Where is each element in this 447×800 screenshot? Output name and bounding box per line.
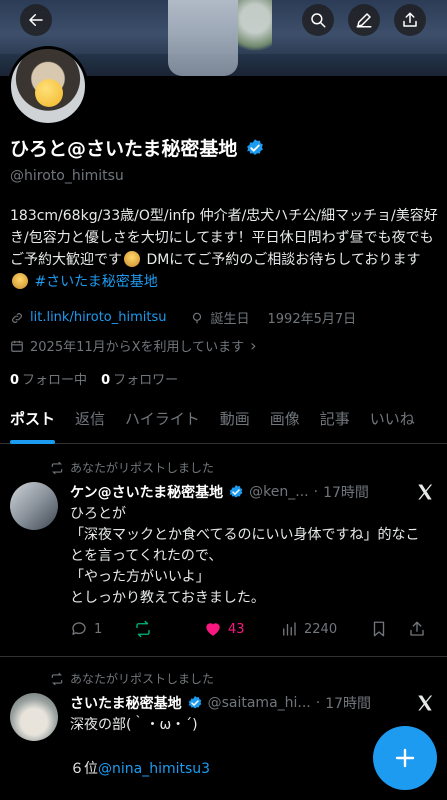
verified-icon[interactable] — [245, 138, 265, 158]
edit-button[interactable] — [348, 4, 380, 36]
post-author-name[interactable]: ケン@さいたま秘密基地 — [70, 482, 223, 502]
plus-icon — [395, 748, 415, 768]
post-text: 深夜の部(｀・ω・´) — [70, 717, 198, 733]
repost-icon — [51, 461, 63, 474]
heart-icon — [206, 623, 220, 636]
profile-link[interactable]: lit.link/hiroto_himitsu — [30, 310, 166, 325]
bio-text-dm: DMにてご予約のご相談お待ちしております — [142, 252, 421, 268]
share-post-button[interactable] — [408, 620, 426, 638]
birthday-label: 誕生日 — [210, 312, 250, 327]
profile-name: ひろと@さいたま秘密基地 — [10, 138, 238, 160]
verified-icon — [188, 696, 201, 709]
like-button[interactable]: 43 — [204, 620, 280, 638]
bio-emoji-icon — [12, 273, 28, 289]
post-author-handle[interactable]: @saitama_hi... — [208, 695, 311, 711]
post-header: ケン@さいたま秘密基地 @ken_... · 17時間 — [70, 482, 369, 502]
post-mention[interactable]: @nina_himitsu3 — [98, 761, 210, 777]
tab-images[interactable]: 画像 — [260, 398, 310, 444]
profile-name-row: ひろと@さいたま秘密基地 — [10, 134, 265, 161]
x-logo-icon — [418, 484, 433, 500]
compose-button[interactable] — [373, 726, 437, 790]
calendar-icon — [11, 340, 23, 352]
views-icon — [283, 622, 296, 636]
tab-replies[interactable]: 返信 — [65, 398, 115, 444]
tab-articles[interactable]: 記事 — [310, 398, 360, 444]
profile-tabs: ポスト 返信 ハイライト 動画 画像 記事 いいね — [0, 398, 447, 444]
follow-counts: 0 フォロー中 0 フォロワー — [10, 369, 178, 388]
bookmark-icon — [373, 621, 385, 637]
profile-handle: @hiroto_himitsu — [10, 168, 124, 184]
following-link[interactable]: 0 フォロー中 — [10, 369, 87, 388]
post-time: 17時間 — [325, 696, 372, 712]
share-button[interactable] — [394, 4, 426, 36]
following-count: 0 — [10, 373, 20, 388]
reply-count: 1 — [94, 621, 103, 637]
post-header: さいたま秘密基地 @saitama_hi... · 17時間 — [70, 693, 371, 713]
repost-button[interactable] — [134, 620, 204, 638]
like-count: 43 — [228, 621, 245, 637]
repost-label: あなたがリポストしました — [70, 672, 215, 686]
post-author-name[interactable]: さいたま秘密基地 — [70, 693, 182, 713]
following-label: フォロー中 — [22, 373, 88, 388]
separator-dot: · — [315, 695, 321, 711]
banner-figure — [168, 0, 238, 76]
post-avatar[interactable] — [10, 482, 58, 530]
repost-icon — [51, 672, 63, 685]
tab-highlights[interactable]: ハイライト — [115, 398, 210, 444]
views-count: 2240 — [304, 621, 338, 637]
post-author-handle[interactable]: @ken_... — [249, 484, 308, 500]
share-icon — [403, 12, 417, 27]
banner-flowers — [238, 0, 272, 62]
post-avatar[interactable] — [10, 693, 58, 741]
bio-hashtag[interactable]: #さいたま秘密基地 — [34, 274, 157, 290]
bio-emoji-icon — [124, 251, 140, 267]
joined-row[interactable]: 2025年11月からXを利用しています › — [10, 336, 257, 355]
profile-meta-row: lit.link/hiroto_himitsu 誕生日 1992年5月7日 — [10, 308, 356, 327]
repost-indicator: あなたがリポストしました — [50, 459, 214, 476]
followers-link[interactable]: 0 フォロワー — [101, 369, 178, 388]
post-rank: ６位 — [70, 761, 98, 777]
verified-icon — [229, 485, 243, 498]
search-button[interactable] — [302, 4, 334, 36]
back-button[interactable] — [20, 4, 52, 36]
avatar-emoji-overlay — [35, 79, 63, 107]
edit-icon — [356, 13, 372, 28]
separator-dot: · — [313, 484, 319, 500]
repost-icon — [136, 620, 150, 638]
post-time: 17時間 — [323, 485, 369, 501]
balloon-icon — [193, 312, 202, 323]
profile-avatar[interactable] — [8, 46, 88, 126]
joined-text: 2025年11月からXを利用しています — [30, 340, 245, 355]
share-icon — [410, 621, 424, 636]
post-text: ひろとが 「深夜マックとか食べてるのにいい身体ですね」的なことを言ってくれたので… — [70, 506, 420, 606]
bookmark-button[interactable] — [370, 620, 408, 638]
tab-videos[interactable]: 動画 — [210, 398, 260, 444]
tab-likes[interactable]: いいね — [360, 398, 425, 444]
post-item[interactable]: あなたがリポストしました ケン@さいたま秘密基地 @ken_... · 17時間… — [0, 444, 447, 656]
post-actions: 1 43 2240 — [70, 620, 436, 638]
birthday-value: 1992年5月7日 — [267, 312, 357, 327]
link-icon — [12, 312, 22, 323]
x-logo-icon — [418, 695, 433, 711]
profile-bio: 183cm/68kg/33歳/O型/infp 仲介者/忠犬ハチ公/細マッチョ/美… — [10, 205, 438, 293]
reply-icon — [72, 622, 86, 635]
repost-label: あなたがリポストしました — [70, 461, 215, 475]
repost-indicator: あなたがリポストしました — [50, 670, 214, 687]
followers-count: 0 — [101, 373, 111, 388]
reply-button[interactable]: 1 — [70, 620, 134, 638]
tab-posts[interactable]: ポスト — [0, 398, 65, 444]
chevron-right-icon: › — [250, 336, 257, 355]
back-arrow-icon — [29, 14, 43, 26]
followers-label: フォロワー — [113, 373, 179, 388]
views-button[interactable]: 2240 — [280, 620, 370, 638]
search-icon — [311, 13, 326, 28]
